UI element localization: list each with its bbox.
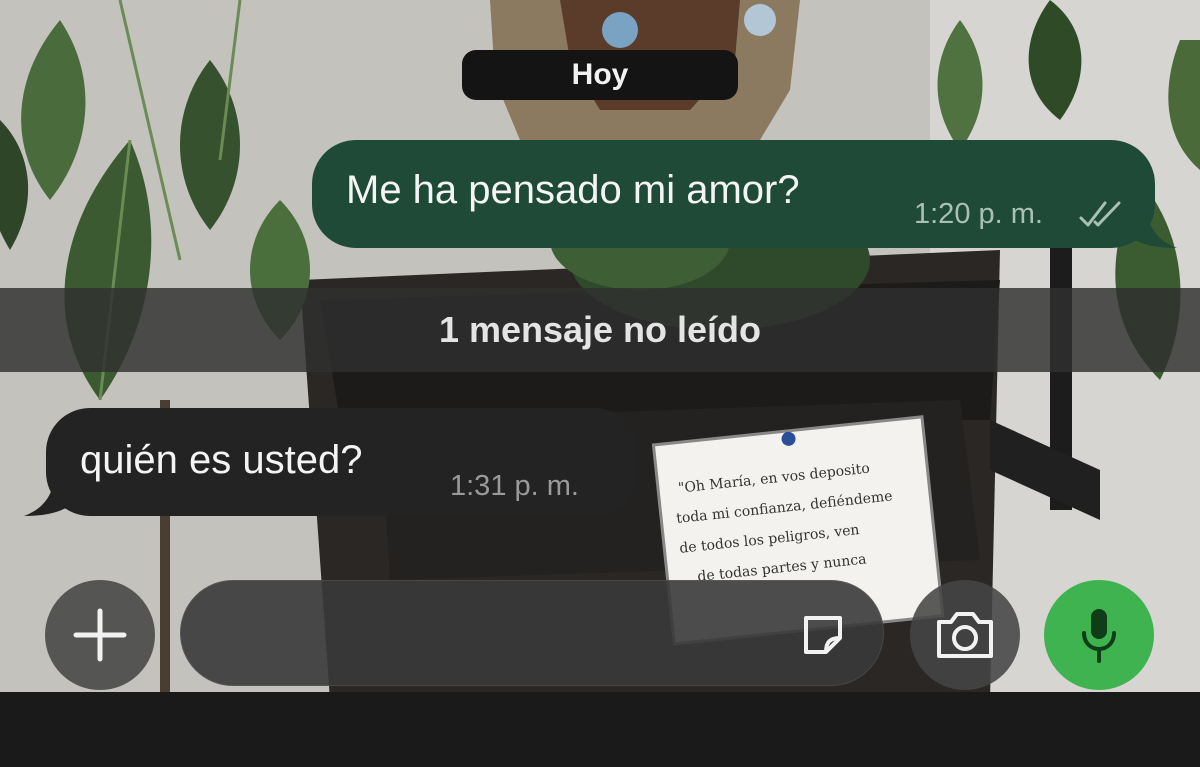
message-text-input[interactable] <box>210 602 794 664</box>
bubble-tail <box>1127 214 1177 248</box>
date-separator: Hoy <box>462 50 738 100</box>
camera-button[interactable] <box>910 580 1020 690</box>
incoming-message-bubble[interactable]: quién es usted? 1:31 p. m. <box>24 408 638 516</box>
message-input-field[interactable] <box>180 580 884 686</box>
plus-icon <box>73 608 127 662</box>
message-time: 1:31 p. m. <box>450 470 579 502</box>
attach-button[interactable] <box>45 580 155 690</box>
message-text: Me ha pensado mi amor? <box>346 168 800 212</box>
message-time: 1:20 p. m. <box>914 198 1043 230</box>
unread-messages-banner: 1 mensaje no leído <box>0 288 1200 372</box>
bottom-safe-area <box>0 692 1200 767</box>
message-text: quién es usted? <box>80 438 363 482</box>
camera-icon <box>937 612 993 658</box>
outgoing-message-bubble[interactable]: Me ha pensado mi amor? 1:20 p. m. <box>312 140 1177 248</box>
microphone-icon <box>1082 609 1116 663</box>
chat-screen: "Oh María, en vos deposito toda mi confi… <box>0 0 1200 767</box>
read-receipt-double-check-icon <box>1079 201 1121 227</box>
sticker-icon[interactable] <box>798 610 848 660</box>
voice-message-button[interactable] <box>1044 580 1154 690</box>
bubble-tail <box>24 482 74 516</box>
